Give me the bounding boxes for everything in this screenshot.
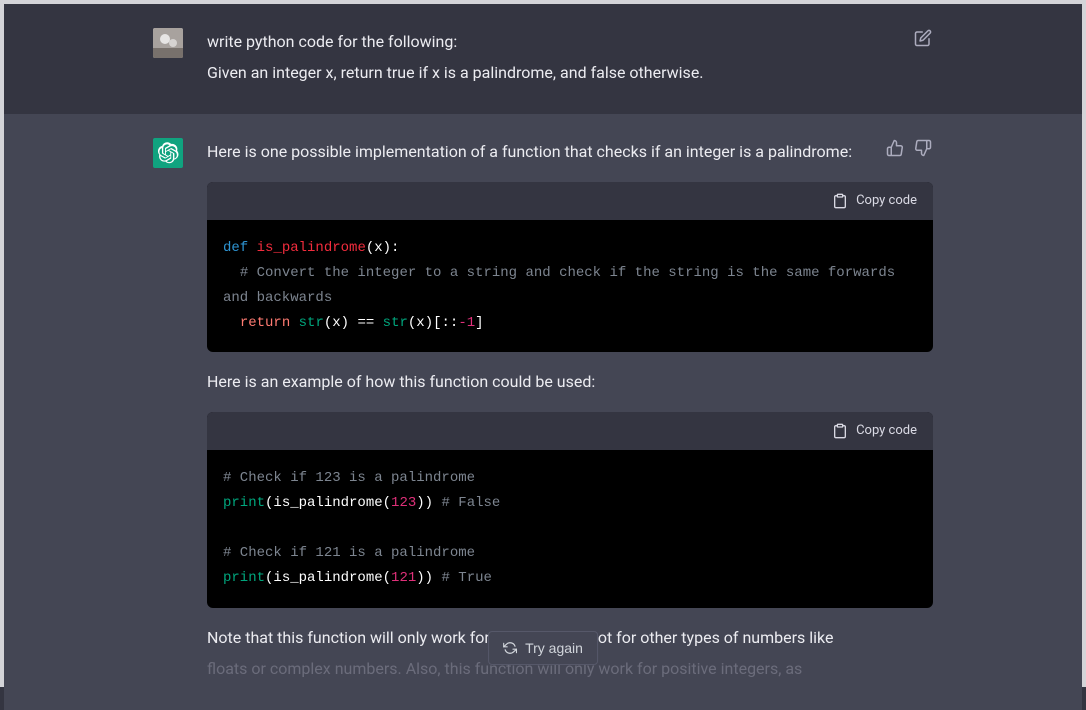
edit-icon[interactable] [913, 28, 933, 48]
code-block-2: Copy code # Check if 123 is a palindrome… [207, 412, 933, 608]
clipboard-icon [832, 423, 848, 439]
code-header-1: Copy code [207, 182, 933, 220]
copy-code-label: Copy code [856, 190, 917, 212]
code-header-2: Copy code [207, 412, 933, 450]
assistant-message-row: Here is one possible implementation of a… [4, 114, 1082, 710]
code-content-1: def is_palindrome(x): # Convert the inte… [207, 220, 933, 353]
user-message-line1: write python code for the following: [207, 28, 933, 55]
thumbs-down-icon[interactable] [913, 138, 933, 158]
user-message-line2: Given an integer x, return true if x is … [207, 59, 933, 86]
refresh-icon [503, 641, 517, 655]
assistant-message-content: Here is one possible implementation of a… [207, 138, 933, 686]
user-message-row: write python code for the following: Giv… [4, 4, 1082, 114]
clipboard-icon [832, 193, 848, 209]
user-message-content: write python code for the following: Giv… [207, 28, 933, 90]
assistant-mid-text: Here is an example of how this function … [207, 368, 933, 395]
code-block-1: Copy code def is_palindrome(x): # Conver… [207, 182, 933, 353]
copy-code-button-2[interactable]: Copy code [832, 420, 917, 442]
assistant-avatar [153, 138, 183, 168]
copy-code-button-1[interactable]: Copy code [832, 190, 917, 212]
code-content-2: # Check if 123 is a palindrome print(is_… [207, 450, 933, 608]
assistant-intro: Here is one possible implementation of a… [207, 138, 933, 165]
thumbs-up-icon[interactable] [885, 138, 905, 158]
try-again-button[interactable]: Try again [488, 631, 598, 665]
user-avatar [153, 28, 183, 58]
copy-code-label: Copy code [856, 420, 917, 442]
try-again-label: Try again [525, 640, 583, 656]
